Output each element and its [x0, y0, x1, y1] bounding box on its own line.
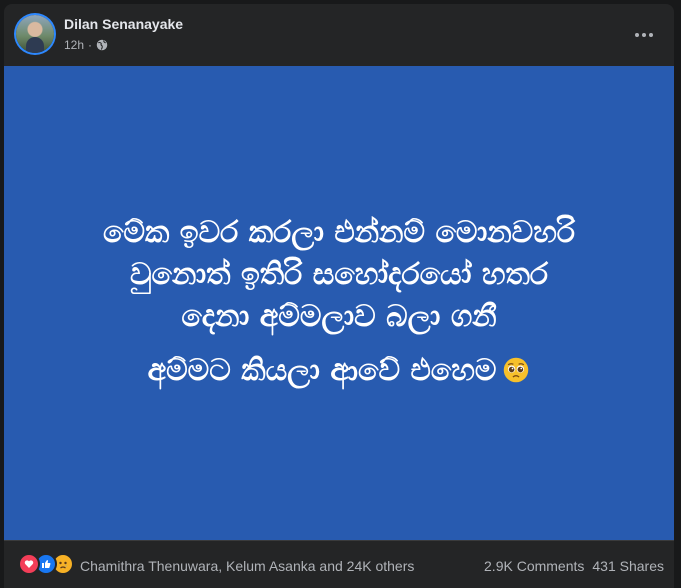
- post-text-line: අම්මට කියලා ආවේ එහෙම: [147, 353, 497, 388]
- post-text-line: මේක ඉවර කරලා එන්නම් මොනවහරි: [103, 215, 575, 250]
- post-header: Dilan Senanayake 12h ·: [4, 4, 674, 66]
- separator-dot: ·: [88, 38, 93, 52]
- post-time[interactable]: 12h: [64, 38, 84, 52]
- more-horizontal-icon: [635, 33, 653, 37]
- pleading-face-emoji: [504, 357, 529, 383]
- shares-count[interactable]: 431 Shares: [592, 558, 664, 574]
- author-name[interactable]: Dilan Senanayake: [64, 16, 183, 32]
- engagement-bar: Chamithra Thenuwara, Kelum Asanka and 24…: [4, 540, 674, 588]
- post-meta: 12h ·: [64, 38, 108, 52]
- post-text-line: දෙනා අම්මලාව බලා ගනී: [181, 299, 497, 334]
- reactors-summary[interactable]: Chamithra Thenuwara, Kelum Asanka and 24…: [80, 558, 414, 574]
- reaction-icons[interactable]: [18, 553, 74, 575]
- globe-icon[interactable]: [96, 39, 108, 51]
- post-text-line: වුනොත් ඉතිරි සහෝදරයෝ හතර: [129, 257, 549, 292]
- counts: 2.9K Comments 431 Shares: [484, 558, 664, 574]
- comments-count[interactable]: 2.9K Comments: [484, 558, 584, 574]
- post-card: Dilan Senanayake 12h · මේක ඉවර කරලා එන්න…: [4, 4, 674, 588]
- avatar[interactable]: [16, 15, 54, 53]
- post-text-line-last: අම්මට කියලා ආවේ එහෙම: [4, 350, 674, 392]
- post-text-background[interactable]: මේක ඉවර කරලා එන්නම් මොනවහරි වුනොත් ඉතිරි…: [4, 66, 674, 540]
- post-text: මේක ඉවර කරලා එන්නම් මොනවහරි වුනොත් ඉතිරි…: [4, 212, 674, 392]
- love-icon: [18, 553, 40, 575]
- more-options-button[interactable]: [626, 17, 662, 53]
